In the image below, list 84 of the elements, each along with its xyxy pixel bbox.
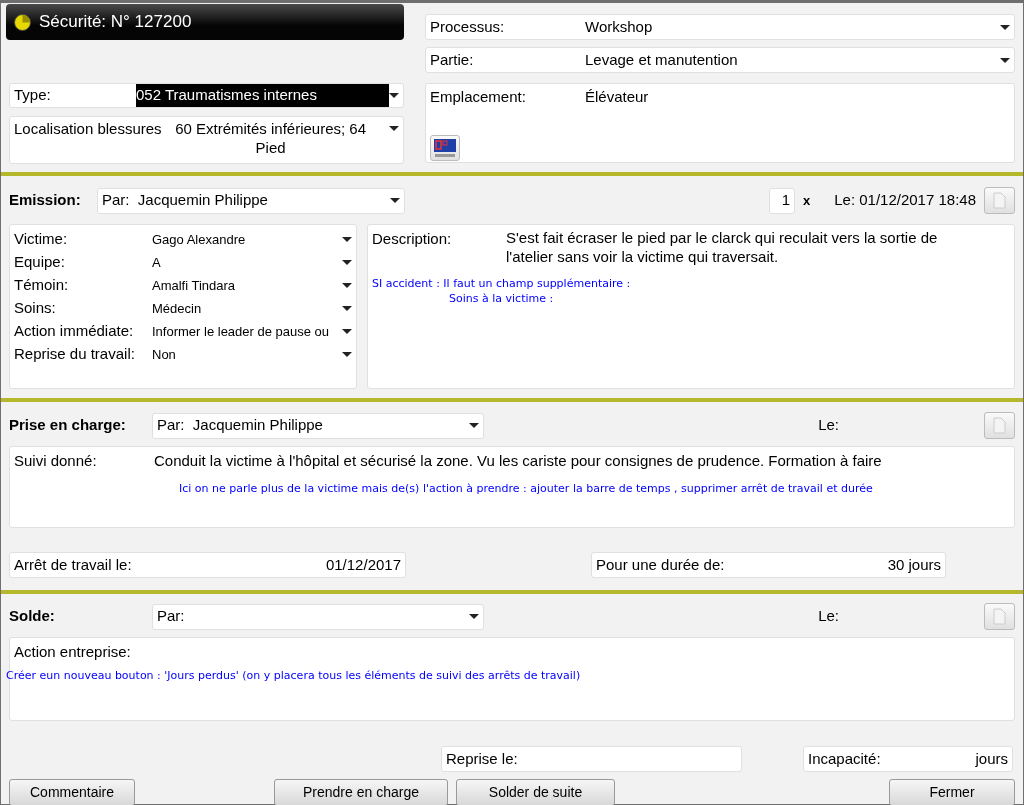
page-icon [993, 608, 1006, 625]
screen-button[interactable] [430, 135, 460, 161]
section-heading: Emission: [9, 190, 82, 211]
caret-icon [469, 614, 479, 619]
field-label: Description: [372, 229, 453, 249]
field-label: Partie: [430, 49, 475, 70]
circle-icon [14, 13, 31, 31]
caret-icon [389, 126, 399, 131]
action-button[interactable]: Fermer [889, 779, 1015, 805]
field-value: Gago Alexandre [152, 230, 247, 249]
action-button[interactable]: Solder de suite [456, 779, 615, 805]
field-value: Amalfi Tindara [152, 276, 237, 295]
field-label: Témoin: [14, 275, 70, 296]
field-value: 01/12/2017 [325, 554, 401, 575]
section-heading: Solde: [9, 606, 56, 627]
page-icon [993, 417, 1006, 434]
field-label: Suivi donné: [14, 451, 98, 471]
count-field[interactable]: 1 [768, 187, 795, 214]
note-text: Créer eun nouveau bouton : 'Jours perdus' (on y placera tous les éléments de suivi des arrêts de travail) [6, 667, 582, 684]
field-label: Soins: [14, 298, 57, 319]
caret-icon [342, 260, 352, 265]
date-label: Le: [818, 415, 839, 436]
field-value: 30 jours [887, 554, 941, 575]
field-value: 60 Extrémités inférieures; 64 Pied [174, 119, 368, 157]
section-heading: Prise en charge: [9, 415, 127, 436]
author-dropdown[interactable]: Par: [152, 603, 484, 630]
date-button[interactable] [984, 412, 1015, 439]
screen-icon [433, 138, 457, 158]
date-button[interactable] [984, 187, 1015, 214]
author-dropdown[interactable]: Par: Jacquemin Philippe [97, 187, 405, 214]
duration-field[interactable]: Pour une durée de: 30 jours [591, 552, 946, 578]
description-text: S'est fait écraser le pied par le clarck qui reculait vers la sortie de l'atelier sans voir la victime qui traversait. [506, 228, 939, 266]
date-field[interactable]: Reprise le: [441, 746, 742, 772]
note-text: SI accident : Il faut un champ supplémentaire : [372, 276, 631, 291]
field-dropdown[interactable]: Partie: Levage et manutention [425, 47, 1015, 73]
field-label: Equipe: [14, 252, 66, 273]
date-label: Le: 01/12/2017 18:48 [834, 190, 976, 211]
field-value: Médecin [152, 299, 203, 318]
caret-icon [469, 423, 479, 428]
note-text: Ici on ne parle plus de la victime mais de(s) l'action à prendre : ajouter la barre de temps , supprimer arrêt de travail et durée [179, 480, 874, 497]
field-dropdown[interactable]: Localisation blessures 60 Extrémités inférieures; 64 Pied [9, 116, 404, 164]
field-value: Informer le leader de pause ou [152, 322, 331, 341]
follow-up-text: Conduit la victime à l'hôpital et sécurisé la zone. Vu les cariste pour consignes de prudence. Formation à faire [154, 451, 882, 471]
field-value: jours [975, 748, 1008, 769]
field-value: A [152, 253, 162, 272]
field-label: Type: [14, 85, 52, 106]
multiplier-label: x [802, 191, 811, 210]
note-text: Soins à la victime : [448, 291, 555, 306]
field-value: Non [152, 345, 177, 364]
field-label: Action entreprise: [13, 642, 132, 662]
field-label: Emplacement: [430, 87, 527, 107]
field-value: Levage et manutention [585, 49, 738, 70]
caret-icon [390, 198, 400, 203]
date-button[interactable] [984, 603, 1015, 630]
field-dropdown[interactable]: Type: 052 Traumatismes internes [9, 83, 404, 108]
field-value: Élévateur [585, 87, 649, 107]
field-label: Arrêt de travail le: [14, 554, 132, 575]
field-label: Action immédiate: [14, 321, 135, 342]
field-dropdown[interactable]: Processus: Workshop [425, 14, 1015, 40]
field-label: Localisation blessures [14, 119, 162, 138]
field-value: 052 Traumatismes internes [136, 84, 389, 107]
action-button[interactable]: Commentaire [9, 779, 135, 805]
incapacity-field[interactable]: Incapacité: jours [803, 746, 1013, 772]
caret-icon [342, 237, 352, 242]
field-label: Pour une durée de: [596, 554, 725, 575]
caret-icon [342, 306, 352, 311]
field-label: Processus: [430, 16, 506, 37]
caret-icon [389, 93, 399, 98]
field-label: Reprise le: [446, 748, 518, 769]
date-label: Le: [818, 606, 839, 627]
field-label: Victime: [14, 229, 69, 250]
date-field[interactable]: Arrêt de travail le: 01/12/2017 [9, 552, 406, 578]
page-icon [993, 192, 1006, 209]
action-button[interactable]: Prendre en charge [274, 779, 448, 805]
field-label: Incapacité: [808, 748, 881, 769]
caret-icon [342, 283, 352, 288]
field-value: Workshop [585, 16, 653, 37]
caret-icon [1000, 24, 1010, 30]
caret-icon [342, 352, 352, 357]
field-label: Reprise du travail: [14, 344, 136, 365]
window-title: Sécurité: N° 127200 [39, 11, 192, 34]
caret-icon [342, 329, 352, 334]
caret-icon [1000, 57, 1010, 63]
author-dropdown[interactable]: Par: Jacquemin Philippe [152, 412, 484, 439]
